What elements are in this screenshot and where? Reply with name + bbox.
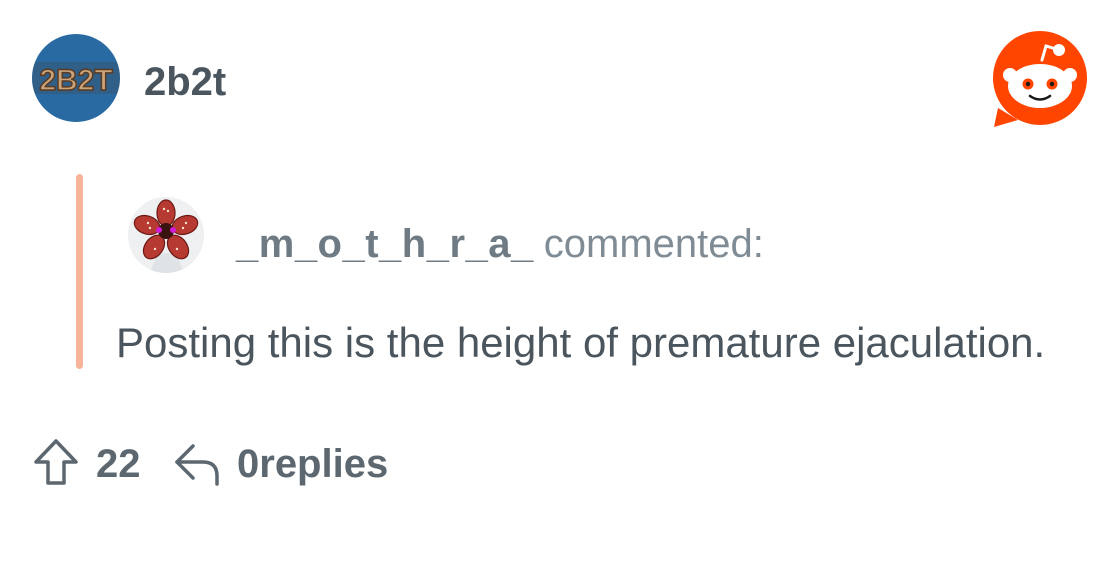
community-name[interactable]: 2b2t — [144, 58, 226, 106]
reply-arrow-icon — [175, 444, 219, 486]
comment-header: _m_o_t_h_r_a_ commented: — [236, 220, 764, 268]
community-avatar[interactable]: 2B2T — [32, 34, 120, 122]
replies-count[interactable]: 0replies — [237, 440, 388, 488]
demogorgon-avatar-icon — [128, 197, 204, 273]
quote-bar — [76, 174, 83, 369]
reply-button[interactable] — [172, 438, 222, 488]
arrow-up-icon — [34, 439, 78, 485]
upvote-button[interactable] — [32, 436, 80, 488]
comment-body: Posting this is the height of premature … — [116, 319, 1046, 366]
community-logo-icon: 2B2T — [32, 62, 120, 98]
reddit-snoo-icon[interactable] — [990, 30, 1090, 130]
community-logo-text: 2B2T — [39, 64, 112, 97]
commented-label: commented: — [543, 222, 764, 266]
upvote-count: 22 — [96, 442, 141, 486]
commenter-username[interactable]: _m_o_t_h_r_a_ — [236, 222, 534, 266]
commenter-avatar[interactable] — [128, 197, 204, 273]
